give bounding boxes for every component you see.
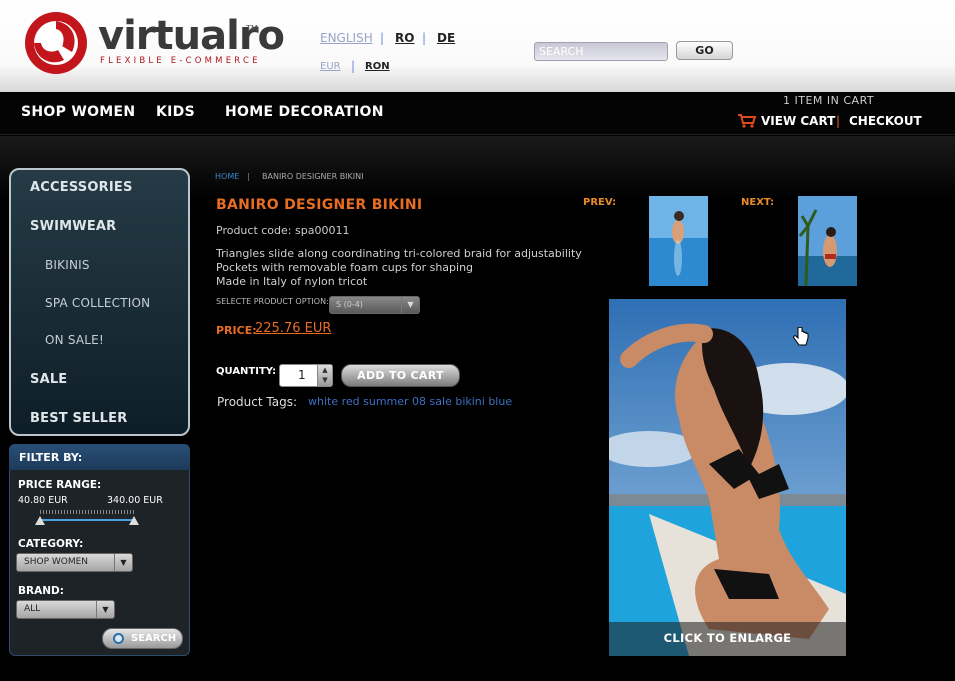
price-slider-min-handle[interactable] bbox=[35, 516, 45, 525]
lang-english[interactable]: ENGLISH bbox=[320, 31, 373, 45]
product-option-label: SELECTE PRODUCT OPTION: bbox=[216, 297, 329, 306]
logo-text[interactable]: virtualro bbox=[98, 14, 285, 58]
sidebar-item-best-seller[interactable]: BEST SELLER bbox=[30, 411, 127, 426]
lang-separator: | bbox=[422, 31, 427, 45]
search-icon bbox=[113, 633, 124, 644]
nav-kids[interactable]: KIDS bbox=[156, 104, 195, 120]
cart-separator: | bbox=[836, 114, 841, 128]
product-option-select[interactable]: S (0-4) ▼ bbox=[329, 296, 420, 314]
brand-label: BRAND: bbox=[18, 585, 64, 597]
sidebar-item-on-sale[interactable]: ON SALE! bbox=[45, 333, 104, 347]
hand-cursor-icon bbox=[793, 327, 809, 346]
chevron-down-icon: ▼ bbox=[401, 297, 419, 313]
product-description-line: Pockets with removable foam cups for sha… bbox=[216, 261, 474, 274]
lang-separator: | bbox=[380, 31, 385, 45]
add-to-cart-button[interactable]: ADD TO CART bbox=[341, 364, 460, 387]
price-label: PRICE: bbox=[216, 324, 257, 337]
view-cart-link[interactable]: VIEW CART bbox=[761, 114, 835, 128]
prev-label: PREV: bbox=[583, 197, 617, 208]
product-description-line: Made in Italy of nylon tricot bbox=[216, 275, 368, 288]
click-to-enlarge-caption[interactable]: CLICK TO ENLARGE bbox=[609, 622, 846, 656]
product-tags-label: Product Tags: bbox=[217, 395, 297, 409]
cart-count: 1 ITEM IN CART bbox=[783, 94, 875, 107]
category-label: CATEGORY: bbox=[18, 538, 84, 550]
price-slider-max-handle[interactable] bbox=[129, 516, 139, 525]
logo-trademark: TM bbox=[246, 24, 258, 33]
currency-eur[interactable]: EUR bbox=[320, 61, 341, 72]
brand-select[interactable]: ALL ▼ bbox=[16, 600, 115, 619]
quantity-label: QUANTITY: bbox=[216, 366, 277, 377]
next-product-thumbnail[interactable] bbox=[798, 196, 857, 286]
chevron-down-icon: ▼ bbox=[114, 554, 132, 571]
filter-panel bbox=[9, 444, 190, 656]
currency-ron[interactable]: RON bbox=[365, 61, 390, 72]
filter-title: FILTER BY: bbox=[9, 444, 190, 470]
breadcrumb-current: BANIRO DESIGNER BIKINI bbox=[262, 172, 364, 181]
filter-search-button[interactable]: SEARCH bbox=[102, 628, 183, 649]
category-select-value: SHOP WOMEN bbox=[24, 557, 89, 567]
lang-ro[interactable]: RO bbox=[395, 31, 414, 45]
price-max: 340.00 EUR bbox=[107, 495, 163, 506]
product-title: BANIRO DESIGNER BIKINI bbox=[216, 197, 423, 213]
quantity-stepper[interactable]: 1 ▲ ▼ bbox=[279, 364, 333, 387]
next-label: NEXT: bbox=[741, 197, 775, 208]
category-select[interactable]: SHOP WOMEN ▼ bbox=[16, 553, 133, 572]
chevron-down-icon: ▼ bbox=[96, 601, 114, 618]
stepper-arrows-icon[interactable]: ▲ ▼ bbox=[317, 365, 332, 386]
sidebar-item-bikinis[interactable]: BIKINIS bbox=[45, 258, 90, 272]
lang-de[interactable]: DE bbox=[437, 31, 455, 45]
go-button[interactable]: GO bbox=[676, 41, 733, 60]
sidebar-item-spa-collection[interactable]: SPA COLLECTION bbox=[45, 296, 150, 310]
sidebar-item-sale[interactable]: SALE bbox=[30, 372, 67, 387]
product-tags[interactable]: white red summer 08 sale bikini blue bbox=[308, 395, 512, 408]
nav-home-decoration[interactable]: HOME DECORATION bbox=[225, 104, 384, 120]
price-slider-scale bbox=[40, 510, 134, 514]
breadcrumb-separator: | bbox=[247, 172, 250, 181]
product-main-image[interactable] bbox=[609, 299, 846, 656]
sidebar-item-accessories[interactable]: ACCESSORIES bbox=[30, 180, 133, 195]
price-range-label: PRICE RANGE: bbox=[18, 479, 102, 491]
brand-select-value: ALL bbox=[24, 604, 41, 614]
sidebar-item-swimwear[interactable]: SWIMWEAR bbox=[30, 219, 116, 234]
nav-shop-women[interactable]: SHOP WOMEN bbox=[21, 104, 135, 120]
product-option-value: S (0-4) bbox=[336, 300, 363, 309]
checkout-link[interactable]: CHECKOUT bbox=[849, 114, 922, 128]
search-input[interactable]: SEARCH bbox=[534, 42, 668, 61]
logo-mark-icon[interactable] bbox=[22, 10, 90, 76]
filter-search-label: SEARCH bbox=[131, 633, 177, 644]
logo-tagline: FLEXIBLE E-COMMERCE bbox=[100, 56, 261, 66]
price-min: 40.80 EUR bbox=[18, 495, 68, 506]
shopping-cart-icon[interactable] bbox=[738, 114, 756, 128]
product-price: 225.76 EUR bbox=[255, 321, 332, 336]
currency-separator: | bbox=[351, 59, 356, 73]
prev-product-thumbnail[interactable] bbox=[649, 196, 708, 286]
product-code: Product code: spa00011 bbox=[216, 224, 350, 237]
quantity-value: 1 bbox=[298, 368, 306, 382]
price-slider-track[interactable] bbox=[40, 519, 134, 521]
product-description-line: Triangles slide along coordinating tri-c… bbox=[216, 247, 582, 260]
breadcrumb-home[interactable]: HOME bbox=[215, 172, 239, 181]
